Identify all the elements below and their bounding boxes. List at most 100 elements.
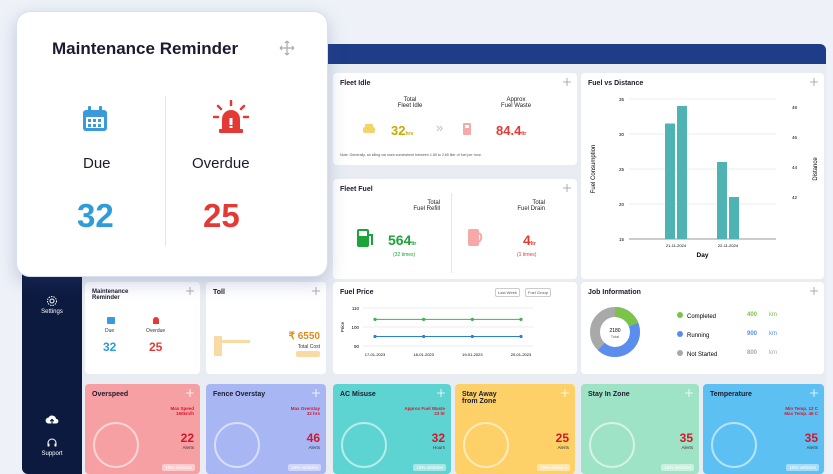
alert-pill: 16% vehicles — [288, 464, 321, 471]
mini-maint-title-2: Reminder — [92, 295, 120, 301]
job-legend-item: Not Started 800 km — [677, 350, 817, 358]
job-donut-chart: 2180 Total — [590, 307, 640, 357]
job-legend-item: Running 900 km — [677, 331, 817, 339]
move-icon[interactable] — [279, 40, 295, 56]
mini-overdue-value: 25 — [149, 340, 163, 354]
cloud-icon[interactable] — [22, 414, 82, 428]
move-icon[interactable] — [312, 389, 320, 397]
legend-unit: km — [769, 350, 777, 356]
alert-pill: 15% vehicles — [661, 464, 694, 471]
price-point — [519, 334, 523, 339]
alert-card-title: Overspeed — [92, 391, 129, 398]
alert-label: Alerts — [182, 445, 194, 450]
idle-note: Note: Generally, an idling car uses some… — [340, 153, 482, 157]
alert-card: Overspeed Max Speed 160km/h 22 Alerts 15% veh… — [85, 384, 200, 474]
sidebar-item-support[interactable]: Support — [22, 437, 82, 457]
maintenance-title: Maintenance Reminder — [52, 39, 239, 58]
approx-label-2: Fuel Waste — [500, 103, 532, 109]
x-tick-label: 17-01-2023 — [365, 352, 386, 357]
x-tick-label: 22-11-2024 — [718, 243, 739, 248]
fuel-vs-distance-chart: 15 20 25 30 35 42 44 46 48 21-11-2024 22-11-2024 Da… — [591, 97, 819, 259]
move-icon[interactable] — [563, 184, 571, 192]
move-icon[interactable] — [186, 287, 194, 295]
legend-value: 800 — [747, 350, 758, 356]
fuel-bar — [665, 123, 675, 239]
move-icon[interactable] — [810, 287, 818, 295]
distance-bar — [729, 197, 739, 239]
sidebar-settings-label: Settings — [41, 309, 63, 315]
alert-illustration-icon — [214, 422, 260, 468]
idle-total-label-2: Fleet Idle — [397, 103, 423, 109]
move-icon[interactable] — [186, 389, 194, 397]
x-axis-label: Day — [697, 252, 709, 259]
waste-value: 84.4 — [496, 123, 522, 138]
toll-gate-icon — [214, 336, 250, 356]
price-point — [422, 334, 426, 339]
fuel-bar — [717, 162, 727, 239]
alert-label: Alerts — [806, 445, 818, 450]
drain-value: 4 — [523, 232, 531, 248]
move-icon[interactable] — [561, 389, 569, 397]
move-icon[interactable] — [312, 287, 320, 295]
donut-center-label: Total — [611, 334, 620, 339]
y2-tick-label: 46 — [792, 135, 798, 140]
job-info-card: Job Information 2180 Total Completed 400 k… — [581, 282, 824, 374]
move-icon[interactable] — [437, 389, 445, 397]
refill-label-2: Fuel Refill — [413, 206, 440, 212]
fuel-price-card: Fuel Price Last Week Fuel Group 90 100 110… — [333, 282, 577, 374]
idle-unit: hrs — [405, 131, 414, 137]
toll-sub: Total Cost — [297, 344, 320, 350]
y-axis-label: Price — [340, 321, 345, 332]
alert-illustration-icon — [341, 422, 387, 468]
y-tick-label: 110 — [352, 306, 360, 311]
alert-pill: 15% vehicles — [537, 464, 570, 471]
x-tick-label: 19-01-2023 — [462, 352, 483, 357]
alert-label: Alerts — [681, 445, 693, 450]
alarm-light-icon — [213, 100, 249, 133]
y-tick-label: 30 — [619, 132, 625, 137]
refill-unit: ltr — [411, 241, 417, 247]
alert-card: Stay In Zone 35 Alerts 15% vehicles — [581, 384, 699, 474]
legend-dot — [677, 331, 683, 337]
calendar-icon — [107, 317, 115, 324]
toll-title: Toll — [213, 289, 225, 296]
fuel-group-select[interactable]: Fuel Group — [525, 288, 552, 297]
fuel-vs-distance-card: Fuel vs Distance 15 20 25 30 35 42 44 46 48 21-11… — [581, 73, 824, 279]
idle-value: 32 — [391, 123, 406, 138]
y-tick-label: 35 — [619, 97, 625, 102]
move-icon[interactable] — [563, 78, 571, 86]
sidebar-item-settings[interactable]: Settings — [22, 295, 82, 315]
alert-value: 35 — [804, 431, 818, 445]
maintenance-reminder-popup: Maintenance Reminder Due Overdue 32 25 — [16, 11, 328, 277]
price-point — [373, 317, 377, 321]
alert-illustration-icon — [463, 422, 509, 468]
divider — [165, 96, 166, 246]
due-label: Due — [83, 155, 111, 172]
alert-value: 35 — [679, 431, 693, 445]
y-tick-label: 20 — [619, 202, 625, 207]
y-tick-label: 15 — [619, 237, 625, 242]
overdue-value: 25 — [203, 197, 240, 234]
fuel-price-title: Fuel Price — [340, 289, 374, 296]
alert-label: Alerts — [557, 445, 569, 450]
alert-card: Fence Overstay Max Overstay 32 hrs 46 Alerts… — [206, 384, 326, 474]
fuel-drain-icon — [468, 229, 483, 246]
double-chevron-icon: » — [436, 120, 444, 135]
fleet-idle-card: Fleet Idle Total Fleet Idle Approx Fuel … — [333, 73, 577, 165]
x-tick-label: 20-01-2023 — [511, 352, 532, 357]
price-point — [470, 317, 474, 321]
last-week-select[interactable]: Last Week — [495, 288, 520, 297]
fuel-pump-icon — [463, 123, 471, 135]
alert-pill: 15% vehicles — [413, 464, 446, 471]
move-icon[interactable] — [810, 389, 818, 397]
move-icon[interactable] — [810, 78, 818, 86]
y2-tick-label: 42 — [792, 195, 798, 200]
alert-line-2: 23 ltr — [434, 411, 445, 416]
mini-overdue-label: Overdue — [146, 328, 166, 334]
move-icon[interactable] — [685, 389, 693, 397]
mini-due-value: 32 — [103, 340, 117, 354]
alert-value: 32 — [431, 431, 445, 445]
y2-axis-label: Distance — [813, 157, 819, 181]
price-point — [519, 317, 523, 321]
legend-value: 900 — [747, 331, 758, 337]
